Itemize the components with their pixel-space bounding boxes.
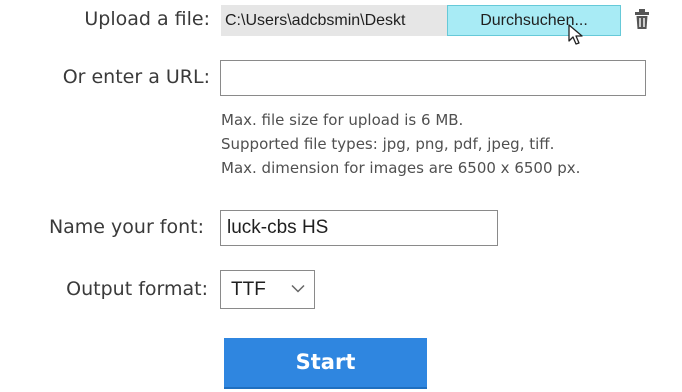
url-input[interactable] [220,60,646,96]
mouse-cursor-icon [568,24,583,45]
font-name-label: Name your font: [48,216,204,238]
output-format-label: Output format: [66,278,208,300]
help-max-size: Max. file size for upload is 6 MB. [221,111,464,129]
upload-help-text: Max. file size for upload is 6 MB. Suppo… [221,108,580,180]
file-path-display[interactable]: C:\Users\adcbsmin\Deskt [221,5,451,36]
url-label: Or enter a URL: [62,66,210,88]
chevron-down-icon [291,284,305,293]
browse-button[interactable]: Durchsuchen... [447,5,621,36]
trash-icon[interactable] [634,8,650,30]
help-max-dimension: Max. dimension for images are 6500 x 650… [221,159,581,177]
output-format-select[interactable]: TTF [220,270,315,309]
output-format-value: TTF [231,279,266,300]
start-button[interactable]: Start [224,338,427,389]
font-name-input[interactable]: luck-cbs HS [220,210,498,246]
upload-file-label: Upload a file: [84,8,210,30]
help-file-types: Supported file types: jpg, png, pdf, jpe… [221,135,555,153]
